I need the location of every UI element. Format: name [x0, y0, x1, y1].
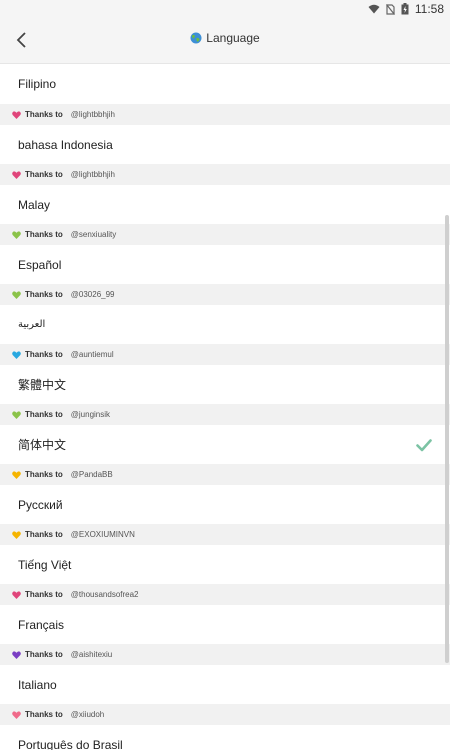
- heart-icon: [12, 230, 21, 239]
- heart-icon: [12, 290, 21, 299]
- credit-username: @junginsik: [70, 410, 111, 419]
- credit-username: @xiiudoh: [70, 710, 105, 719]
- credit-row: Thanks to @junginsik: [0, 404, 450, 425]
- heart-icon: [12, 170, 21, 179]
- credit-thanks-label: Thanks to: [25, 590, 63, 599]
- credit-username: @lightbbhjih: [70, 110, 115, 119]
- language-item-simplified-chinese[interactable]: 简体中文: [0, 425, 450, 464]
- language-label: Español: [18, 257, 62, 272]
- heart-icon: [12, 410, 21, 419]
- credit-row: Thanks to @senxiuality: [0, 224, 450, 245]
- credit-row: Thanks to @EXOXIUMINVN: [0, 524, 450, 545]
- credit-row: Thanks to @03026_99: [0, 284, 450, 305]
- status-bar: 11:58: [0, 0, 450, 18]
- heart-icon: [12, 110, 21, 119]
- credit-row: Thanks to @lightbbhjih: [0, 164, 450, 185]
- globe-icon: [190, 32, 202, 44]
- check-icon: [416, 439, 432, 452]
- credit-row: Thanks to @auntiemul: [0, 344, 450, 365]
- language-list: Filipino Thanks to @lightbbhjih bahasa I…: [0, 64, 450, 750]
- language-label: Tiếng Việt: [18, 557, 72, 572]
- language-label: Filipino: [18, 77, 57, 91]
- credit-thanks-label: Thanks to: [25, 170, 63, 179]
- heart-icon: [12, 590, 21, 599]
- page-title-group: Language: [0, 31, 450, 45]
- credit-thanks-label: Thanks to: [25, 350, 63, 359]
- credit-username: @senxiuality: [70, 230, 117, 239]
- credit-username: @EXOXIUMINVN: [70, 530, 135, 539]
- language-label: bahasa Indonesia: [18, 137, 113, 152]
- language-label: Português do Brasil: [18, 737, 123, 750]
- language-label: العربية: [18, 319, 46, 330]
- credit-thanks-label: Thanks to: [25, 710, 63, 719]
- credit-thanks-label: Thanks to: [25, 410, 63, 419]
- credit-username: @03026_99: [70, 290, 115, 299]
- scrollbar[interactable]: [445, 215, 449, 663]
- heart-icon: [12, 350, 21, 359]
- credit-row: Thanks to @PandaBB: [0, 464, 450, 485]
- status-time: 11:58: [414, 2, 444, 16]
- language-label: 简体中文: [18, 438, 67, 452]
- heart-icon: [12, 650, 21, 659]
- language-item-traditional-chinese[interactable]: 繁體中文: [0, 365, 450, 404]
- language-label: Italiano: [18, 677, 57, 692]
- credit-thanks-label: Thanks to: [25, 110, 63, 119]
- heart-icon: [12, 470, 21, 479]
- credit-thanks-label: Thanks to: [25, 470, 63, 479]
- app-bar: Language: [0, 18, 450, 64]
- language-item-vietnamese[interactable]: Tiếng Việt: [0, 545, 450, 584]
- credit-thanks-label: Thanks to: [25, 290, 63, 299]
- language-label: 繁體中文: [18, 378, 67, 392]
- language-item-arabic[interactable]: العربية: [0, 305, 450, 344]
- credit-username: @auntiemul: [70, 350, 114, 359]
- credit-thanks-label: Thanks to: [25, 650, 63, 659]
- credit-username: @lightbbhjih: [70, 170, 115, 179]
- credit-row: Thanks to @aishitexiu: [0, 644, 450, 665]
- language-item-portuguese-brazil[interactable]: Português do Brasil: [0, 725, 450, 750]
- wifi-icon: [368, 4, 380, 14]
- no-sim-icon: [385, 3, 395, 15]
- language-item-filipino[interactable]: Filipino: [0, 64, 450, 104]
- credit-row: Thanks to @thousandsofrea2: [0, 584, 450, 605]
- language-item-malay[interactable]: Malay: [0, 185, 450, 224]
- credit-row: Thanks to @xiiudoh: [0, 704, 450, 725]
- language-item-italian[interactable]: Italiano: [0, 665, 450, 704]
- page-title: Language: [206, 31, 260, 45]
- language-item-bahasa-indonesia[interactable]: bahasa Indonesia: [0, 125, 450, 164]
- credit-thanks-label: Thanks to: [25, 230, 63, 239]
- battery-icon: [401, 3, 409, 15]
- credit-username: @thousandsofrea2: [70, 590, 139, 599]
- language-item-espanol[interactable]: Español: [0, 245, 450, 284]
- language-item-russian[interactable]: Русский: [0, 485, 450, 524]
- language-label: Русский: [18, 497, 63, 512]
- credit-username: @aishitexiu: [70, 650, 113, 659]
- credit-username: @PandaBB: [70, 470, 113, 479]
- credit-thanks-label: Thanks to: [25, 530, 63, 539]
- credit-row: Thanks to @lightbbhjih: [0, 104, 450, 125]
- heart-icon: [12, 710, 21, 719]
- language-label: Malay: [18, 197, 51, 212]
- language-label: Français: [18, 617, 65, 632]
- language-item-french[interactable]: Français: [0, 605, 450, 644]
- heart-icon: [12, 530, 21, 539]
- status-icons: 11:58: [368, 2, 444, 16]
